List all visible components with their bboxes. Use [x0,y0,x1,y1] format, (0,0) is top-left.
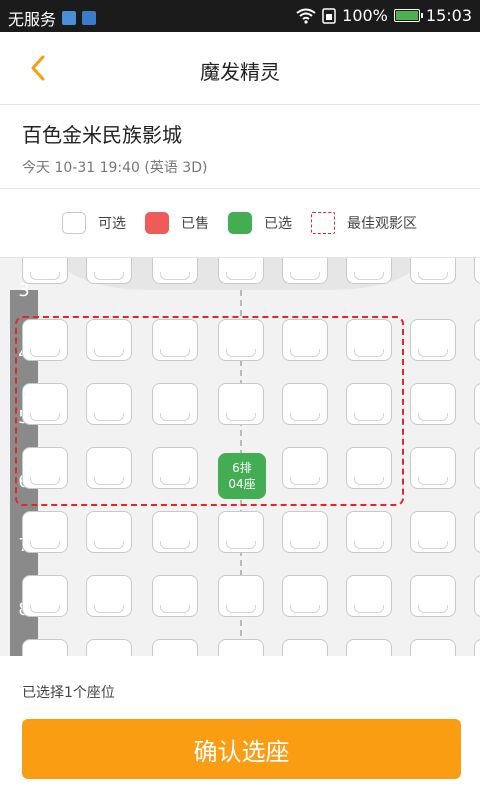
seat[interactable] [218,575,264,617]
seat[interactable] [474,639,480,656]
wifi-icon [296,8,316,24]
seat[interactable] [346,511,392,553]
seat[interactable] [152,511,198,553]
seat[interactable] [218,511,264,553]
seat[interactable] [410,319,456,361]
seat[interactable] [474,575,480,617]
cinema-info: 百色金米民族影城 今天 10-31 19:40 (英语 3D) [0,105,480,189]
chosen-seat-icon [228,212,252,234]
seat[interactable] [410,447,456,489]
seat[interactable] [410,383,456,425]
seat[interactable] [474,319,480,361]
best-viewing-area [15,316,404,506]
seat[interactable] [22,575,68,617]
seat[interactable] [218,639,264,656]
download-icon [82,11,97,25]
seat[interactable] [152,639,198,656]
legend-best-area: 最佳观影区 [311,212,417,234]
seat[interactable] [22,511,68,553]
page-title: 魔发精灵 [200,60,280,84]
seat-map[interactable]: 3号厅 3 4 5 6 7 8 6排 04座 [0,258,480,656]
showtime: 今天 10-31 19:40 (英语 3D) [22,160,208,176]
status-bar: 无服务 100% 15:03 [0,0,480,32]
seat[interactable] [22,258,68,284]
seat[interactable] [410,511,456,553]
seat[interactable] [218,258,264,284]
seat[interactable] [86,575,132,617]
seat[interactable] [86,511,132,553]
seat-legend: 可选 已售 已选 最佳观影区 [0,189,480,258]
sold-seat-icon [145,212,169,234]
seat[interactable] [22,639,68,656]
seat[interactable] [474,383,480,425]
seat[interactable] [346,639,392,656]
seat[interactable] [86,258,132,284]
seat[interactable] [282,258,328,284]
notification-icon [62,11,77,25]
bottom-bar: 已选择1个座位 确认选座 [0,656,480,800]
seat[interactable] [474,447,480,489]
seat[interactable] [410,639,456,656]
sim-icon [322,7,336,24]
carrier-label: 无服务 [8,10,57,29]
seat[interactable] [346,575,392,617]
seat[interactable] [152,575,198,617]
best-area-icon [311,212,335,234]
seat[interactable] [410,258,456,284]
seat[interactable] [282,639,328,656]
legend-available: 可选 [62,212,126,234]
seat[interactable] [152,258,198,284]
seat[interactable] [474,258,480,284]
seat[interactable] [86,639,132,656]
confirm-seat-button[interactable]: 确认选座 [22,719,461,779]
seat[interactable] [282,575,328,617]
seat[interactable] [346,258,392,284]
seat[interactable] [282,511,328,553]
app-header: 魔发精灵 [0,32,480,105]
clock: 15:03 [425,6,472,25]
available-seat-icon [62,212,86,234]
seat[interactable] [474,511,480,553]
seat[interactable] [410,575,456,617]
battery-icon [393,9,423,22]
legend-chosen: 已选 [228,212,292,234]
battery-percent: 100% [342,6,388,25]
legend-sold: 已售 [145,212,209,234]
cinema-name: 百色金米民族影城 [22,123,182,147]
selected-count: 已选择1个座位 [22,685,115,701]
